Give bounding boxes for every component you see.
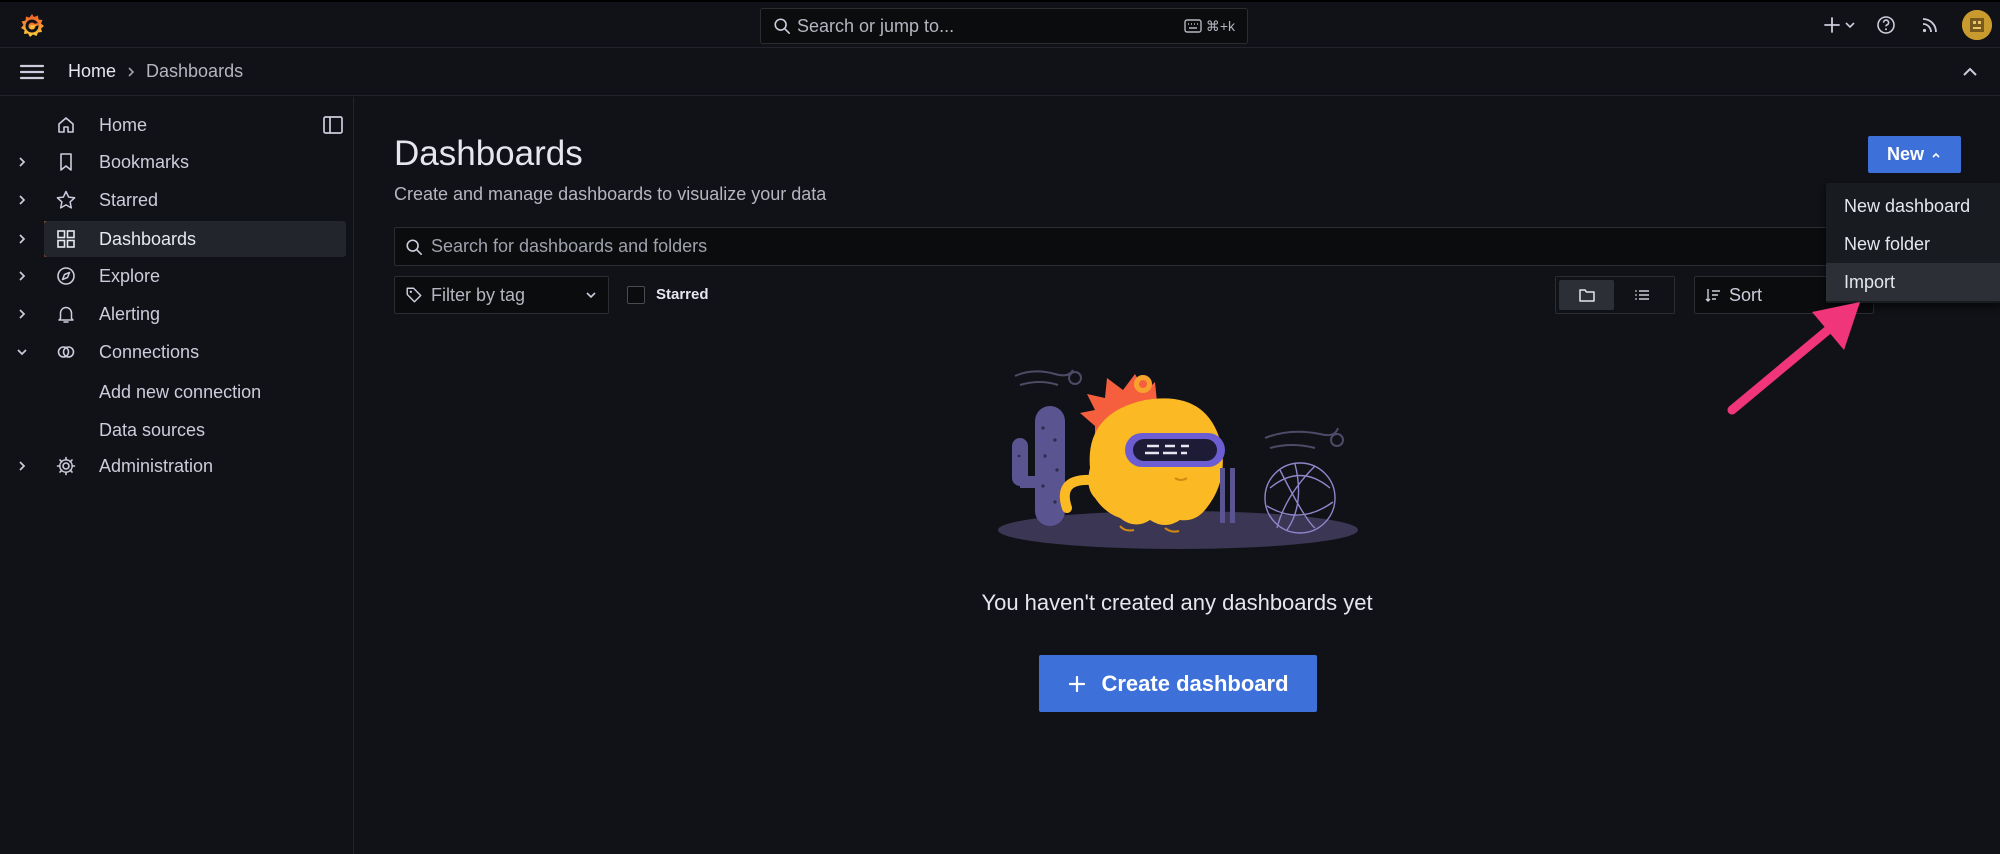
sort-amount-icon (1705, 289, 1720, 302)
bell-icon (58, 306, 74, 323)
tag-filter-placeholder: Filter by tag (431, 284, 526, 305)
hamburger-menu-icon[interactable] (18, 60, 46, 84)
breadcrumb-current: Dashboards (146, 61, 244, 81)
menu-item-new-folder[interactable]: New folder (1826, 225, 2000, 263)
top-actions (1814, 2, 2000, 48)
search-icon (774, 18, 791, 35)
plus-icon (1069, 675, 1086, 692)
cog-icon (56, 456, 76, 476)
search-icon (406, 238, 423, 255)
home-icon (58, 117, 74, 133)
page-title: Dashboards (394, 134, 583, 173)
chevron-right-icon[interactable] (14, 268, 30, 284)
sidebar-item-dashboards[interactable]: Dashboards (19, 221, 346, 257)
keyboard-icon (1184, 19, 1202, 33)
sidebar-item-starred[interactable]: Starred (0, 182, 346, 218)
empty-state-illustration (998, 369, 1358, 549)
sidebar-item-alerting[interactable]: Alerting (0, 296, 346, 332)
dashboard-search-placeholder: Search for dashboards and folders (431, 236, 708, 256)
annotation-arrow-icon (1727, 302, 1860, 415)
sidebar-item-label: Connections (99, 341, 200, 362)
sidebar-item-add-new-connection[interactable]: Add new connection (99, 382, 261, 403)
chevron-right-icon[interactable] (14, 458, 30, 474)
top-bar: Search or jump to... ⌘+k (0, 0, 2000, 48)
new-dropdown-menu: New dashboard New folder Import (1826, 183, 2000, 303)
chevron-right-icon[interactable] (14, 192, 30, 208)
tag-icon (406, 287, 422, 303)
question-circle-icon (1877, 16, 1895, 34)
sidebar-item-bookmarks[interactable]: Bookmarks (0, 144, 346, 180)
chevron-right-icon[interactable] (14, 306, 30, 322)
add-new-button[interactable] (1814, 7, 1864, 43)
rss-icon (1922, 18, 1937, 33)
sidebar-item-connections[interactable]: Connections (0, 334, 346, 370)
menu-item-new-dashboard[interactable]: New dashboard (1826, 187, 2000, 225)
folder-view-button[interactable] (1559, 280, 1614, 310)
chevron-down-icon (586, 292, 596, 299)
help-button[interactable] (1864, 7, 1908, 43)
create-dashboard-label: Create dashboard (1101, 670, 1289, 696)
news-button[interactable] (1908, 7, 1952, 43)
chevron-down-icon (1845, 22, 1855, 29)
sidebar-item-label: Alerting (99, 303, 161, 324)
breadcrumb-bar: Home Dashboards (0, 48, 2000, 96)
sidebar-item-administration[interactable]: Administration (0, 448, 346, 484)
grafana-logo-icon[interactable] (18, 12, 46, 40)
bookmark-icon (60, 153, 72, 171)
global-search-input[interactable]: Search or jump to... ⌘+k (760, 8, 1248, 44)
user-avatar[interactable] (1962, 10, 1992, 40)
global-search-placeholder: Search or jump to... (797, 15, 955, 36)
search-shortcut-text: ⌘+k (1205, 17, 1235, 34)
chevron-right-icon[interactable] (14, 154, 30, 170)
sidebar-nav: Home Bookmarks Starred Dashboards Explor… (0, 97, 354, 854)
create-dashboard-button[interactable]: Create dashboard (1039, 655, 1317, 712)
page-subtitle: Create and manage dashboards to visualiz… (394, 184, 827, 204)
new-button-label: New (1886, 144, 1924, 164)
sidebar-item-label: Starred (99, 189, 159, 210)
search-shortcut-hint: ⌘+k (1184, 18, 1235, 35)
folder-icon (1578, 289, 1595, 302)
compass-icon (57, 267, 75, 285)
new-button[interactable]: New (1868, 136, 1961, 173)
sidebar-item-label: Dashboards (99, 228, 197, 249)
tag-filter-select[interactable]: Filter by tag (394, 276, 609, 314)
breadcrumb: Home Dashboards (68, 61, 243, 82)
sidebar-item-label: Explore (99, 265, 161, 286)
chevron-down-icon[interactable] (14, 344, 30, 360)
view-toggle (1555, 276, 1675, 314)
apps-icon (57, 230, 75, 248)
breadcrumb-home-link[interactable]: Home (68, 61, 116, 82)
starred-checkbox-label[interactable]: Starred (656, 286, 709, 303)
list-icon (1634, 290, 1649, 300)
sidebar-item-explore[interactable]: Explore (0, 258, 346, 294)
star-icon (56, 190, 76, 209)
sidebar-item-data-sources[interactable]: Data sources (99, 420, 205, 441)
empty-state-message: You haven't created any dashboards yet (981, 590, 1373, 615)
sidebar-item-label: Home (99, 114, 148, 135)
link-icon (57, 346, 75, 358)
dashboard-search-input[interactable]: Search for dashboards and folders (394, 227, 1874, 266)
list-view-button[interactable] (1614, 280, 1669, 310)
sidebar-item-label: Bookmarks (99, 151, 190, 172)
chevron-up-icon (1932, 152, 1940, 158)
sidebar-item-home[interactable]: Home (0, 107, 346, 143)
sidebar-item-label: Administration (99, 455, 214, 476)
chevron-right-icon (128, 66, 135, 77)
starred-checkbox[interactable] (627, 286, 645, 304)
plus-icon (1824, 17, 1840, 33)
chevron-up-icon[interactable] (1958, 60, 1982, 84)
chevron-right-icon[interactable] (14, 231, 30, 247)
avatar-image-icon (1962, 10, 1992, 40)
